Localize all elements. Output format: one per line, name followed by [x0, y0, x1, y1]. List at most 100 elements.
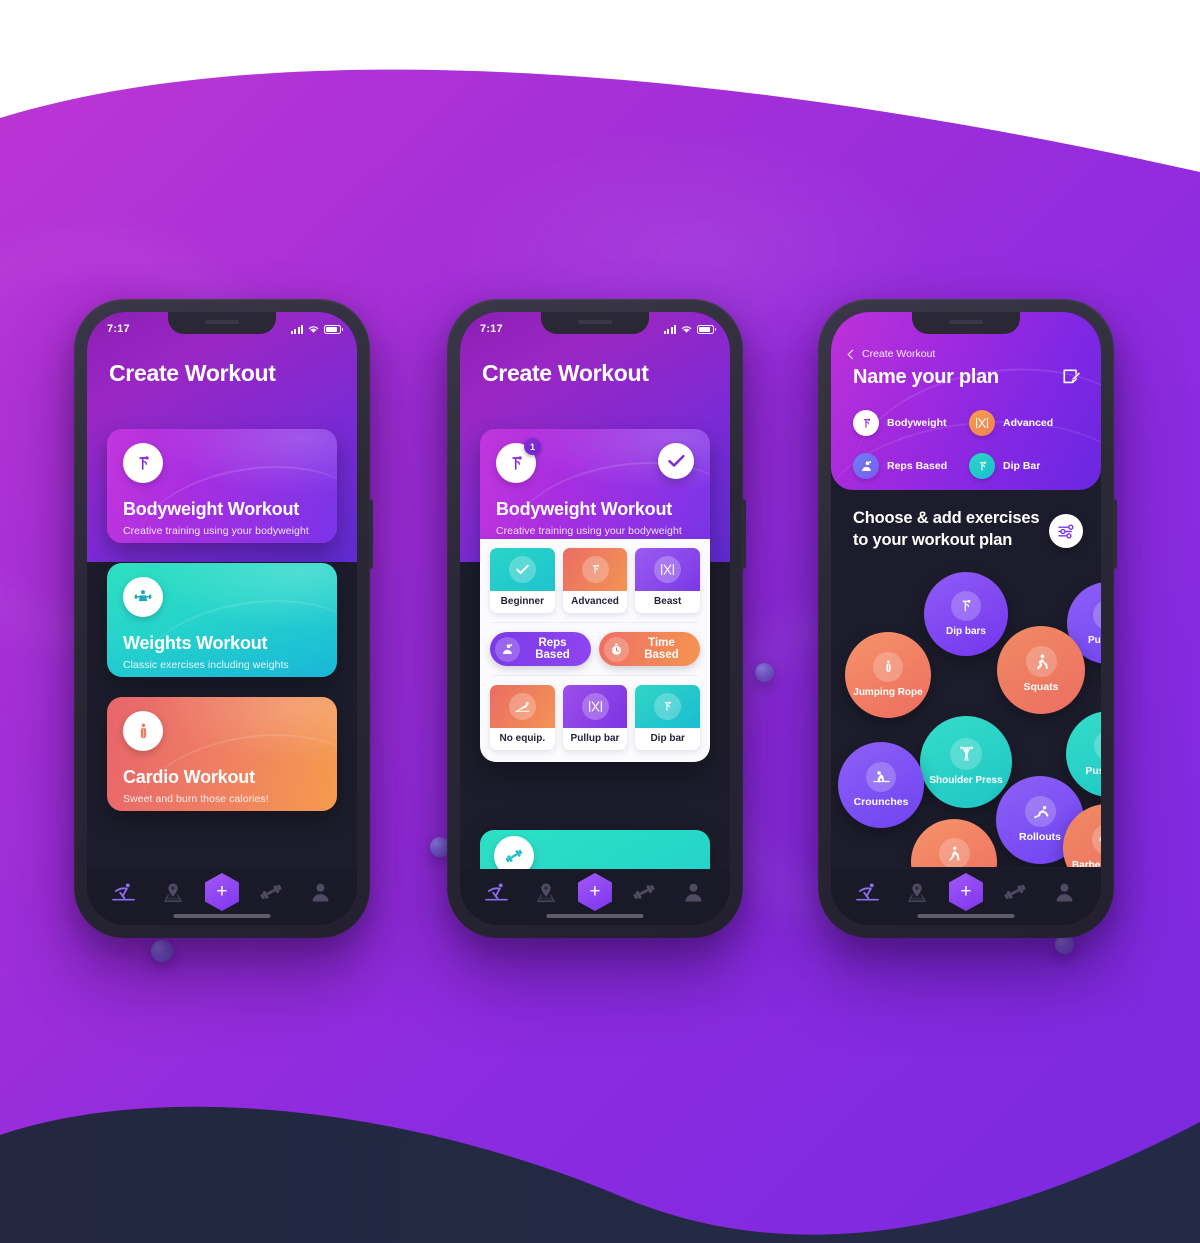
edit-note-icon[interactable]: [1062, 368, 1081, 387]
pushup-icon: [508, 693, 536, 720]
nav-gymnast-icon[interactable]: [848, 875, 888, 909]
plan-tag-advanced[interactable]: Advanced: [969, 410, 1085, 436]
tag-label: Dip Bar: [1003, 460, 1041, 472]
bubble-label: Crounches: [853, 795, 909, 808]
screen-workout-options: 7:17 Create Workout 1 Bodyweight Workout…: [460, 312, 730, 925]
check-icon[interactable]: [658, 443, 694, 479]
tile-label: Advanced: [571, 596, 619, 607]
exercise-bubble-lunges[interactable]: Lunges: [911, 819, 997, 867]
signal-bars-icon: [290, 324, 303, 334]
workout-card-weights[interactable]: Weights Workout Classic exercises includ…: [107, 563, 337, 677]
tile-label: No equip.: [499, 733, 546, 744]
bodyweight-icon: [581, 556, 609, 583]
plan-tag-dip-bar[interactable]: Dip Bar: [969, 453, 1085, 479]
status-time: 7:17: [107, 323, 130, 335]
nav-add-button[interactable]: +: [202, 873, 242, 911]
bodyweight-icon: 1: [496, 438, 541, 483]
status-bar: 7:17: [87, 312, 357, 342]
home-indicator: [917, 914, 1015, 918]
nav-map-pin-icon[interactable]: [897, 875, 937, 909]
cardio-icon: [873, 651, 903, 682]
bubble-label: Dip bars: [945, 625, 986, 637]
wifi-icon: [308, 326, 319, 333]
equipment-option-dip-bar[interactable]: Dip bar: [635, 685, 701, 750]
workout-card-bodyweight[interactable]: Bodyweight Workout Creative training usi…: [107, 429, 337, 543]
workout-card-cardio[interactable]: Cardio Workout Sweet and burn those calo…: [107, 697, 337, 811]
tile-artwork: [635, 685, 701, 728]
nav-profile-icon[interactable]: [673, 875, 713, 909]
plan-tags-row-2: Reps Based Dip Bar: [853, 453, 1085, 479]
plus-icon[interactable]: +: [577, 873, 612, 911]
tile-artwork: [562, 548, 628, 591]
plus-icon[interactable]: +: [204, 873, 239, 911]
nav-map-pin-icon[interactable]: [153, 875, 193, 909]
exercise-bubble-dip-bars[interactable]: Dip bars: [924, 572, 1008, 656]
mode-option-reps-based[interactable]: Reps Based: [490, 632, 591, 666]
pill-label: Reps Based: [535, 637, 570, 661]
exercise-bubble-jumping-rope[interactable]: Jumping Rope: [845, 632, 931, 718]
poster-canvas: 7:17 Create Workout Bodyweight Workout C…: [0, 0, 1200, 1243]
level-option-advanced[interactable]: Advanced: [562, 548, 628, 613]
reps-icon: [495, 636, 520, 662]
tag-label: Bodyweight: [887, 417, 947, 429]
tag-label: Reps Based: [887, 460, 948, 472]
sliders-icon[interactable]: [1049, 514, 1083, 548]
level-option-beast[interactable]: Beast: [635, 548, 701, 613]
section-heading-line1: Choose & add exercises: [853, 509, 1040, 527]
rollout-icon: [1024, 796, 1056, 828]
nav-profile-icon[interactable]: [1044, 875, 1084, 909]
level-options-row: Beginner Advanced Beast: [490, 548, 701, 613]
mode-options-row: Reps Based Time Based: [490, 632, 700, 666]
status-time: 7:17: [480, 323, 503, 335]
exercise-bubble-shoulder-press[interactable]: Shoulder Press: [920, 716, 1012, 808]
plus-icon[interactable]: +: [948, 873, 983, 911]
bodyweight-icon: [654, 693, 682, 720]
level-option-beginner[interactable]: Beginner: [490, 548, 555, 613]
card-title: Bodyweight Workout: [496, 499, 673, 519]
nav-gymnast-icon[interactable]: [104, 875, 144, 909]
tile-artwork: [562, 685, 628, 728]
card-subtitle: Creative training using your bodyweight: [496, 525, 682, 537]
weights-icon: [1091, 824, 1101, 856]
divider: [492, 622, 698, 623]
exercise-bubble-squats[interactable]: Squats: [997, 626, 1085, 714]
equipment-options-row: No equip. Pullup bar Dip bar: [490, 685, 701, 750]
plan-name-title[interactable]: Name your plan: [853, 366, 999, 389]
mode-option-time-based[interactable]: Time Based: [599, 632, 700, 666]
reps-icon: [853, 453, 879, 479]
tile-label: Dip bar: [650, 733, 685, 744]
exercise-bubble-push-ups[interactable]: Push ups: [1066, 711, 1101, 797]
back-link[interactable]: Create Workout: [847, 348, 935, 360]
card-title: Bodyweight Workout: [123, 499, 300, 519]
exercise-bubble-grid: Dip bars Pull Ups: [831, 564, 1101, 867]
plan-tag-bodyweight[interactable]: Bodyweight: [853, 410, 969, 436]
tile-artwork: [490, 548, 555, 591]
wifi-icon: [681, 326, 692, 333]
nav-dumbbell-icon[interactable]: [624, 875, 664, 909]
divider: [492, 675, 698, 676]
chevron-left-icon: [847, 349, 858, 359]
plan-tag-reps-based[interactable]: Reps Based: [853, 453, 969, 479]
squat-icon: [1025, 646, 1057, 678]
bodyweight-icon: [123, 443, 163, 483]
decor-sphere-1: [151, 940, 173, 962]
nav-dumbbell-icon[interactable]: [995, 875, 1035, 909]
card-title: Weights Workout: [123, 633, 268, 653]
exercise-bubble-crounches[interactable]: Crounches: [838, 742, 924, 828]
beast-icon: [1093, 599, 1101, 630]
page-title: Create Workout: [482, 360, 649, 386]
tile-label: Beginner: [500, 596, 544, 607]
nav-add-button[interactable]: +: [946, 873, 986, 911]
bubble-label: Squats: [1023, 681, 1059, 694]
nav-map-pin-icon[interactable]: [526, 875, 566, 909]
equipment-option-no-equip[interactable]: No equip.: [490, 685, 555, 750]
nav-dumbbell-icon[interactable]: [251, 875, 291, 909]
nav-profile-icon[interactable]: [300, 875, 340, 909]
earpiece-speaker: [949, 320, 983, 324]
nav-add-button[interactable]: +: [575, 873, 615, 911]
tag-label: Advanced: [1003, 417, 1054, 429]
equipment-option-pullup-bar[interactable]: Pullup bar: [562, 685, 628, 750]
card-title: Cardio Workout: [123, 767, 255, 787]
nav-gymnast-icon[interactable]: [477, 875, 517, 909]
selected-workout-card[interactable]: 1 Bodyweight Workout Creative training u…: [480, 429, 710, 539]
